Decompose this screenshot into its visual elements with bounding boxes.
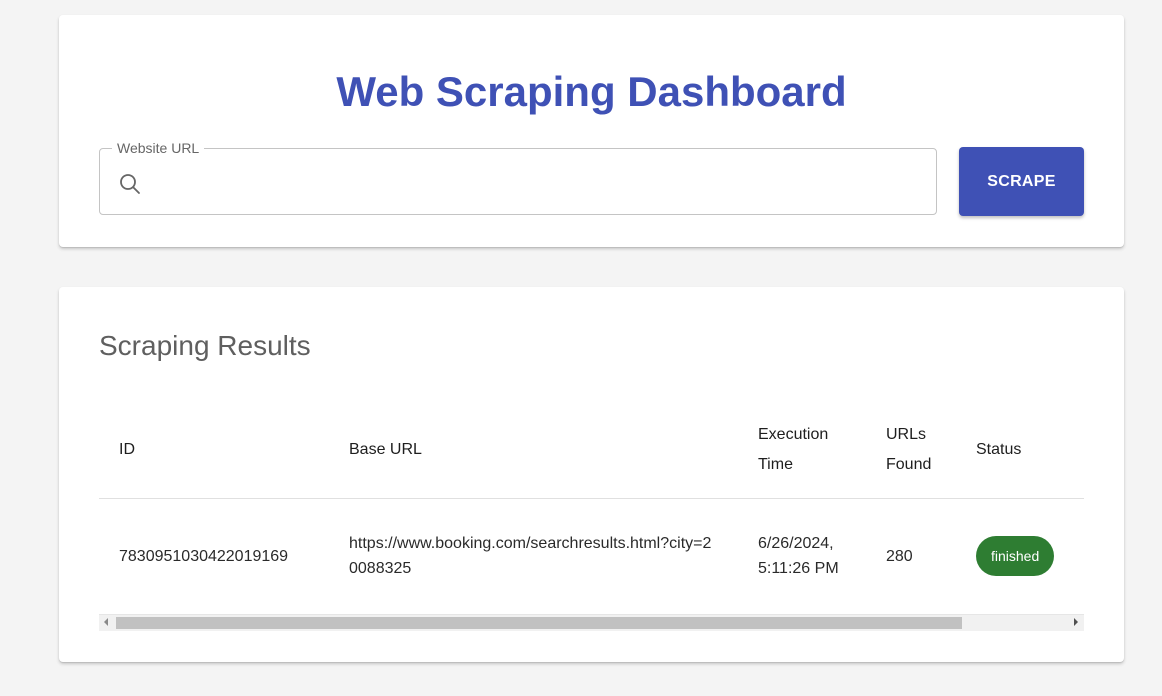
website-url-input[interactable] — [152, 149, 926, 216]
cell-urls-found: 280 — [886, 547, 913, 565]
table-row[interactable]: 7830951030422019169 https://www.booking.… — [99, 498, 1084, 614]
results-card: Scraping Results ID Base URL Execution T… — [59, 287, 1124, 662]
column-header-status: Status — [956, 402, 1084, 499]
column-header-base-url: Base URL — [329, 402, 738, 499]
cell-id: 7830951030422019169 — [119, 547, 289, 565]
cell-status: finished — [956, 498, 1084, 614]
scrollbar-thumb[interactable] — [116, 617, 962, 629]
website-url-field[interactable]: Website URL — [99, 140, 937, 216]
scroll-right-icon[interactable] — [1074, 618, 1078, 626]
horizontal-scrollbar[interactable] — [99, 614, 1084, 631]
scroll-left-icon[interactable] — [104, 618, 108, 626]
column-header-execution-time: Execution Time — [738, 402, 866, 499]
results-title: Scraping Results — [99, 330, 311, 361]
column-header-urls-found: URLs Found — [866, 402, 956, 499]
cell-base-url: https://www.booking.com/searchresults.ht… — [349, 535, 712, 578]
page-title: Web Scraping Dashboard — [336, 68, 847, 115]
results-table: ID Base URL Execution Time URLs Found St… — [99, 402, 1084, 614]
scrape-form-card: Web Scraping Dashboard Website URL SCRAP… — [59, 15, 1124, 247]
status-badge: finished — [976, 536, 1055, 577]
results-table-container: ID Base URL Execution Time URLs Found St… — [99, 402, 1084, 632]
search-icon — [118, 172, 142, 196]
scrape-button[interactable]: SCRAPE — [959, 147, 1084, 216]
column-header-id: ID — [99, 402, 329, 499]
cell-execution-time: 6/26/2024, 5:11:26 PM — [758, 535, 839, 578]
table-header-row: ID Base URL Execution Time URLs Found St… — [99, 402, 1084, 499]
